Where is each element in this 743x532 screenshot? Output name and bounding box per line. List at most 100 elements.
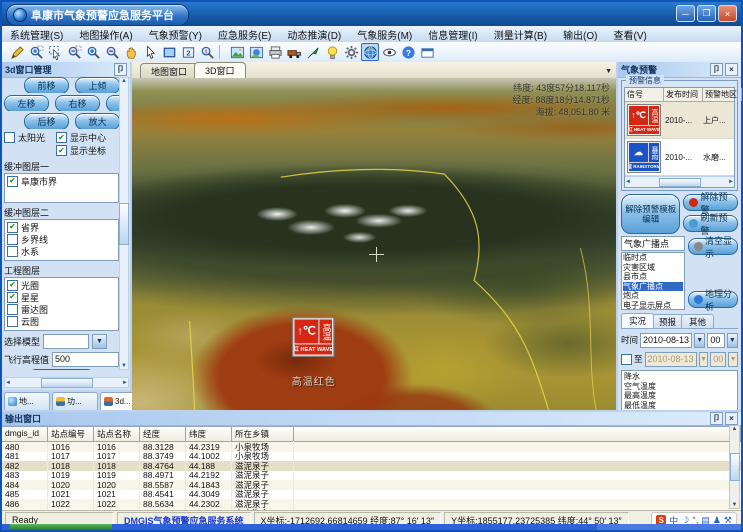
element-item[interactable]: 最低温度 <box>624 401 735 411</box>
output-vscrollbar[interactable]: ▲▼ <box>729 425 740 509</box>
checkbox-icon[interactable]: ✔ <box>56 132 67 143</box>
light-icon[interactable] <box>323 43 341 61</box>
select-features-icon[interactable] <box>46 43 64 61</box>
pan-icon[interactable] <box>122 43 140 61</box>
checkbox-icon[interactable] <box>7 304 18 315</box>
heatwave-map-marker[interactable]: ↑℃高温红 HEAT WAVE <box>292 317 326 349</box>
table-row[interactable]: 4811017101788.374944.1002小泉牧场 <box>2 452 741 462</box>
element-item[interactable]: 最高温度 <box>624 391 735 401</box>
help-icon[interactable]: ? <box>399 43 417 61</box>
clear-display-button[interactable]: 清空显示 <box>688 238 738 255</box>
eye-icon[interactable] <box>380 43 398 61</box>
nav-左移-button[interactable]: 左移 <box>4 95 49 111</box>
menu-item-5[interactable]: 气象服务(M) <box>349 26 420 42</box>
table-row[interactable]: 4821018101888.476444.188滋泥泉子 <box>2 461 741 471</box>
checkbox-icon[interactable] <box>4 132 15 143</box>
table-row[interactable]: 4861022102288.563444.2302滋泥泉子 <box>2 499 741 509</box>
pin-icon[interactable]: 卩 <box>710 63 723 76</box>
zoom-in-icon[interactable] <box>84 43 102 61</box>
warning-table-hscrollbar[interactable]: ◄► <box>625 176 734 187</box>
zoom-out-icon[interactable] <box>103 43 121 61</box>
to-checkbox[interactable] <box>621 354 632 365</box>
col-站点编号[interactable]: 站点编号 <box>48 426 94 442</box>
select-arrow-icon[interactable] <box>141 43 159 61</box>
fly-to-icon[interactable] <box>304 43 322 61</box>
menu-item-1[interactable]: 地图操作(A) <box>71 26 140 42</box>
weather-tab-2[interactable]: 其他 <box>681 314 714 328</box>
table-row[interactable]: 4831019101988.497144.2192滋泥泉子 <box>2 471 741 481</box>
left-panel-hscrollbar[interactable]: ◄► <box>4 377 129 388</box>
checkbox-icon[interactable]: ✔ <box>7 176 18 187</box>
weather-tab-0[interactable]: 实况 <box>621 313 654 328</box>
nav-右旋-button[interactable]: 右旋 <box>106 95 119 111</box>
add-model-anim-button[interactable]: 添加模型动画 <box>28 369 94 371</box>
settings-gear-icon[interactable] <box>342 43 360 61</box>
checkbox-icon[interactable]: ✔ <box>7 280 18 291</box>
dock-tab-0[interactable]: 地... <box>4 392 50 410</box>
broadcast-item[interactable]: 灾害区域 <box>623 263 683 273</box>
col-dmgis_id[interactable]: dmgis_id <box>2 426 48 442</box>
col-纬度[interactable]: 纬度 <box>186 426 232 442</box>
refresh-warning-button[interactable]: 刷新预警 <box>683 215 738 232</box>
broadcast-item[interactable]: 临时点 <box>623 253 683 263</box>
identify-icon[interactable]: i <box>198 43 216 61</box>
close-button[interactable]: × <box>718 5 737 22</box>
remove-warning-button[interactable]: 解除预警 <box>683 194 738 211</box>
menu-item-4[interactable]: 动态推演(D) <box>279 26 349 42</box>
col-经度[interactable]: 经度 <box>140 426 186 442</box>
minimize-button[interactable]: ─ <box>676 5 695 22</box>
warning-row[interactable]: ↑℃高温红 HEAT WAVE 2010-... 上户... <box>625 102 734 139</box>
model-select-combo[interactable] <box>43 334 89 349</box>
remove-template-edit-button[interactable]: 解除预警模板编辑 <box>621 194 680 234</box>
table-row[interactable]: 4841020102088.558744.1843滋泥泉子 <box>2 480 741 490</box>
station-table[interactable]: dmgis_id站点编号站点名称经度纬度所在乡镇4801016101688.31… <box>2 426 741 518</box>
station-table-header[interactable]: dmgis_id站点编号站点名称经度纬度所在乡镇 <box>2 426 741 442</box>
broadcast-item[interactable]: 电子显示屏点 <box>623 301 683 311</box>
warning-table[interactable]: 信号发布时间预警地区预警 ↑℃高温红 HEAT WAVE 2010-... 上户… <box>624 87 735 188</box>
table-row[interactable]: 4801016101688.312844.2319小泉牧场 <box>2 442 741 452</box>
buffer1-list[interactable]: ✔阜康市界 <box>4 173 119 203</box>
map-tab-0[interactable]: 地图窗口 <box>140 63 198 78</box>
warning-row[interactable]: ☁暴雨蓝 RAINSTORM 2010-... 水磨... <box>625 139 734 176</box>
nav-右移-button[interactable]: 右移 <box>55 95 100 111</box>
menu-item-3[interactable]: 应急服务(E) <box>210 26 279 42</box>
close-icon[interactable]: × <box>725 412 738 425</box>
chevron-down-icon[interactable]: ▼ <box>694 333 705 348</box>
nav-上倾-button[interactable]: 上倾 <box>75 77 119 93</box>
hour-combo[interactable]: 00 <box>707 333 724 348</box>
checkbox-icon[interactable] <box>7 246 18 257</box>
to-date-combo[interactable]: 2010-08-13 <box>645 352 697 367</box>
scene-image-icon[interactable] <box>247 43 265 61</box>
checkbox-icon[interactable] <box>7 316 18 327</box>
menu-item-0[interactable]: 系统管理(S) <box>2 26 71 42</box>
restore-button[interactable]: ❐ <box>697 5 716 22</box>
map-tab-1[interactable]: 3D窗口 <box>194 62 246 78</box>
print-icon[interactable] <box>266 43 284 61</box>
menu-item-8[interactable]: 输出(O) <box>555 26 605 42</box>
to-hour-combo[interactable]: 00 <box>710 352 726 367</box>
menu-item-2[interactable]: 气象预警(Y) <box>141 26 210 42</box>
element-item[interactable]: 降水 <box>624 372 735 382</box>
broadcast-item[interactable]: 县市点 <box>623 272 683 282</box>
dock-tab-1[interactable]: 功... <box>52 392 98 410</box>
menu-item-9[interactable]: 查看(V) <box>606 26 655 42</box>
map-tab-list-arrow[interactable]: ▼ <box>605 68 612 75</box>
nav-放大-button[interactable]: 放大 <box>75 113 119 129</box>
zoom-in-box-icon[interactable] <box>27 43 45 61</box>
broadcast-item[interactable]: 气象广播点 <box>623 282 683 292</box>
map-3d-viewport[interactable]: 纬度: 43度57分18.117秒 经度: 88度18分14.871秒 海拔: … <box>132 78 616 410</box>
table-row[interactable]: 4851021102188.454144.3049滋泥泉子 <box>2 490 741 500</box>
col-所在乡镇[interactable]: 所在乡镇 <box>232 426 294 442</box>
element-item[interactable]: 空气温度 <box>624 382 735 392</box>
chevron-down-icon[interactable]: ▼ <box>727 333 738 348</box>
checkbox-icon[interactable]: ✔ <box>56 145 67 156</box>
pin-icon[interactable]: 卩 <box>710 412 723 425</box>
checkbox-icon[interactable]: ✔ <box>7 222 18 233</box>
project-layer-list[interactable]: ✔光圈✔星星雷达图云图 <box>4 277 119 331</box>
checkbox-icon[interactable]: ✔ <box>7 292 18 303</box>
flight-elevation-input[interactable]: 500 <box>52 352 119 367</box>
broadcast-item[interactable]: 炮点 <box>623 291 683 301</box>
export-icon[interactable] <box>285 43 303 61</box>
weather-tab-1[interactable]: 预报 <box>651 314 684 328</box>
broadcast-list[interactable]: 临时点灾害区域县市点气象广播点炮点电子显示屏点 <box>621 252 685 310</box>
